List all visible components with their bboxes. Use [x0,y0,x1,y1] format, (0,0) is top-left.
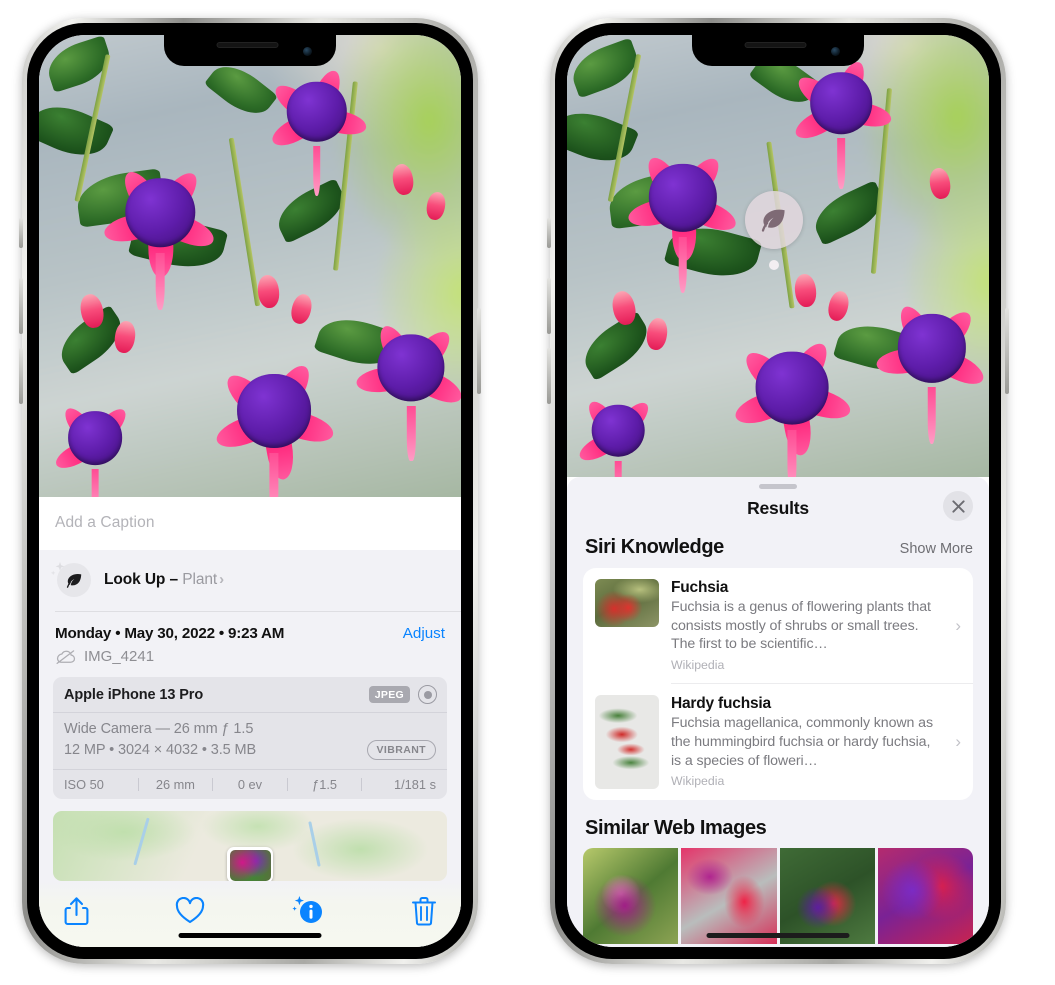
knowledge-source: Wikipedia [671,658,725,673]
screenshot-stage: Add a Caption Look Up – Plant › Monday •… [0,0,1055,985]
knowledge-title: Hardy fuchsia [671,695,771,713]
exif-focal: 26 mm [155,777,195,792]
volume-down-left[interactable] [19,348,23,404]
results-title: Results [747,498,809,518]
knowledge-source: Wikipedia [671,774,725,789]
photo-metadata-row: Monday • May 30, 2022 • 9:23 AM Adjust [39,612,461,644]
front-camera-icon [831,47,840,56]
favorite-button[interactable] [175,896,205,930]
adjust-button[interactable]: Adjust [403,625,445,642]
knowledge-thumbnail [595,579,659,627]
photo-date: Monday • May 30, 2022 • 9:23 AM [55,625,285,642]
similar-image-thumb[interactable] [681,848,777,945]
leaf-icon [761,209,785,232]
knowledge-card-list: Fuchsia Fuchsia is a genus of flowering … [583,568,973,801]
show-more-button[interactable]: Show More [900,541,973,557]
photo-filename-row: IMG_4241 [39,644,461,677]
camera-device-name: Apple iPhone 13 Pro [64,686,204,703]
home-indicator-right[interactable] [706,933,850,938]
look-up-label: Look Up – Plant › [104,571,224,588]
right-phone: Results Siri Knowledge Show More Fuchsia… [547,18,1009,964]
earpiece-speaker-icon [744,42,807,48]
similar-image-thumb[interactable] [877,848,973,945]
aperture-icon [418,685,437,704]
visual-look-up-badge[interactable] [745,191,803,249]
mute-switch-left[interactable] [19,218,23,248]
power-button-left[interactable] [477,308,481,394]
exif-shutter: 1/181 s [393,777,436,792]
fuchsia-flower [622,132,744,294]
visual-look-up-pointer [769,260,779,270]
exif-aperture: ƒ1.5 [312,777,338,792]
results-header: Results [567,489,989,533]
fuchsia-flower [351,303,461,462]
camera-lens-line: Wide Camera — 26 mm ƒ 1.5 [64,721,254,737]
similar-images-strip[interactable] [583,848,973,945]
photo-viewer-right[interactable] [567,35,989,477]
left-screen: Add a Caption Look Up – Plant › Monday •… [39,35,461,947]
mute-switch-right[interactable] [547,218,551,248]
knowledge-thumbnail [595,695,659,790]
similar-image-thumb[interactable] [583,848,679,945]
photo-viewer-left[interactable] [39,35,461,497]
share-button[interactable] [63,896,90,932]
knowledge-item[interactable]: Fuchsia Fuchsia is a genus of flowering … [583,568,973,683]
knowledge-item[interactable]: Hardy fuchsia Fuchsia magellanica, commo… [583,684,973,800]
notch-left [164,35,336,66]
fuchsia-flower [871,283,989,444]
phone-bezel-left: Add a Caption Look Up – Plant › Monday •… [27,23,473,959]
volume-up-left[interactable] [19,278,23,334]
fuchsia-flower [571,380,665,477]
home-indicator-left[interactable] [178,933,322,938]
info-button[interactable] [290,895,326,932]
similar-web-images-header: Similar Web Images [567,800,989,848]
earpiece-speaker-icon [216,42,279,48]
fuchsia-flower [208,340,340,497]
notch-right [692,35,864,66]
close-button[interactable] [943,491,973,521]
siri-knowledge-header: Siri Knowledge Show More [567,533,989,568]
map-photo-pin [227,847,273,881]
camera-header: Apple iPhone 13 Pro JPEG [53,677,447,713]
phone-bezel-right: Results Siri Knowledge Show More Fuchsia… [555,23,1001,959]
fuchsia-flower [98,146,222,310]
caption-input[interactable]: Add a Caption [39,497,461,550]
close-icon [951,499,965,513]
look-up-icon-circle [57,563,91,597]
exif-iso: ISO 50 [64,777,104,792]
camera-size-line: 12 MP • 3024 × 4032 • 3.5 MB [64,742,257,758]
power-button-right[interactable] [1005,308,1009,394]
location-map[interactable] [53,811,447,881]
delete-button[interactable] [411,896,437,931]
exif-row: ISO 50 26 mm 0 ev ƒ1.5 1/181 s [53,769,447,799]
right-screen: Results Siri Knowledge Show More Fuchsia… [567,35,989,947]
chevron-right-icon: › [219,571,224,588]
volume-down-right[interactable] [547,348,551,404]
camera-body: Wide Camera — 26 mm ƒ 1.5 12 MP • 3024 ×… [53,713,447,769]
format-badge: JPEG [368,686,410,703]
photographic-style-badge: VIBRANT [366,740,436,760]
volume-up-right[interactable] [547,278,551,334]
knowledge-title: Fuchsia [671,579,729,596]
fuchsia-flower [727,318,857,477]
knowledge-description: Fuchsia magellanica, commonly known as t… [671,715,933,769]
knowledge-description: Fuchsia is a genus of flowering plants t… [671,599,931,653]
section-title: Siri Knowledge [585,536,724,558]
leaf-icon [66,573,81,588]
fuchsia-flower [263,53,371,197]
chevron-right-icon: › [955,615,961,635]
section-title: Similar Web Images [585,817,767,840]
left-phone: Add a Caption Look Up – Plant › Monday •… [19,18,481,964]
front-camera-icon [303,47,312,56]
fuchsia-flower [47,386,143,497]
similar-image-thumb[interactable] [779,848,875,945]
look-up-row[interactable]: Look Up – Plant › [39,550,461,611]
photo-info-sheet: Add a Caption Look Up – Plant › Monday •… [39,497,461,947]
camera-info-card[interactable]: Apple iPhone 13 Pro JPEG Wide Camera — 2… [53,677,447,799]
exif-ev: 0 ev [237,777,263,792]
results-sheet: Results Siri Knowledge Show More Fuchsia… [567,477,989,947]
chevron-right-icon: › [955,732,961,752]
cloud-slash-icon [56,649,76,664]
photo-filename: IMG_4241 [84,648,155,665]
